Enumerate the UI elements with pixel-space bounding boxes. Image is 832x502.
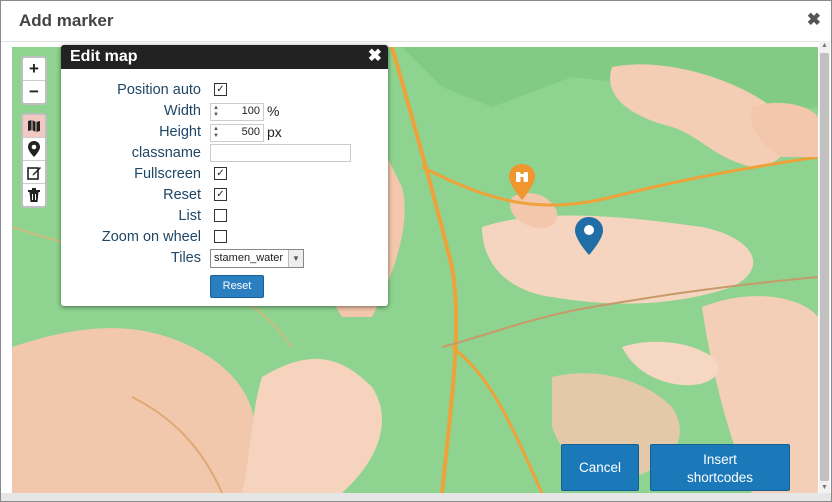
position-auto-row: Position auto ✓	[61, 80, 388, 100]
reset-button[interactable]: Reset	[210, 275, 264, 298]
scroll-up-arrow-icon[interactable]: ▲	[819, 41, 830, 51]
edit-map-header: Edit map ✖	[61, 45, 388, 69]
list-row: List	[61, 206, 388, 226]
reset-row: Reset ✓	[61, 185, 388, 205]
dialog-bottom-edge	[1, 493, 831, 501]
reset-checkbox[interactable]: ✓	[214, 188, 227, 201]
width-stepper[interactable]: ▲ ▼ 100	[210, 103, 264, 121]
insert-shortcodes-line1: Insert	[703, 452, 737, 467]
zoom-on-wheel-row: Zoom on wheel	[61, 227, 388, 247]
map-icon[interactable]	[23, 115, 45, 138]
height-label: Height	[159, 124, 201, 140]
width-value: 100	[241, 105, 260, 117]
list-label: List	[178, 208, 201, 224]
insert-shortcodes-button[interactable]: Insert shortcodes	[650, 444, 790, 491]
width-spin-arrows-icon[interactable]: ▲ ▼	[213, 105, 223, 119]
dialog-title: Add marker	[19, 11, 114, 30]
scroll-down-arrow-icon[interactable]: ▼	[819, 483, 830, 493]
zoom-out-button[interactable]: −	[23, 81, 45, 103]
height-unit: px	[267, 124, 282, 140]
dialog-header: Add marker ✖	[1, 1, 831, 42]
zoom-in-button[interactable]: +	[23, 58, 45, 81]
cancel-button[interactable]: Cancel	[561, 444, 639, 491]
edit-icon[interactable]	[23, 161, 45, 184]
tiles-selected-value: stamen_water	[214, 252, 284, 264]
dialog-close-icon[interactable]: ✖	[807, 10, 821, 30]
width-unit: %	[267, 103, 280, 119]
orange-binoculars-marker[interactable]	[509, 164, 535, 205]
vertical-scrollbar[interactable]: ▲ ▼	[819, 41, 830, 493]
zoom-on-wheel-label: Zoom on wheel	[101, 229, 201, 245]
insert-shortcodes-line2: shortcodes	[686, 470, 754, 485]
list-checkbox[interactable]	[214, 209, 227, 222]
fullscreen-label: Fullscreen	[134, 166, 201, 182]
edit-map-panel: Edit map ✖ Position auto ✓ Width ▲ ▼ 100 …	[61, 45, 388, 306]
width-label: Width	[163, 103, 201, 119]
height-spin-arrows-icon[interactable]: ▲ ▼	[213, 126, 223, 140]
tiles-row: Tiles stamen_water ▼	[61, 248, 388, 268]
toolbar-control	[21, 113, 47, 208]
classname-label: classname	[131, 145, 201, 161]
chevron-down-icon[interactable]: ▼	[288, 250, 303, 267]
classname-input[interactable]	[210, 144, 351, 162]
marker-icon[interactable]	[23, 138, 45, 161]
scrollbar-thumb[interactable]	[820, 53, 829, 481]
zoom-control: + −	[21, 56, 47, 105]
blue-marker[interactable]	[575, 217, 603, 260]
edit-map-title: Edit map	[70, 48, 138, 65]
reset-label: Reset	[163, 187, 201, 203]
height-value: 500	[241, 126, 260, 138]
trash-icon[interactable]	[23, 184, 45, 206]
fullscreen-row: Fullscreen ✓	[61, 164, 388, 184]
position-auto-label: Position auto	[117, 82, 201, 98]
width-row: Width ▲ ▼ 100 %	[61, 101, 388, 121]
height-stepper[interactable]: ▲ ▼ 500	[210, 124, 264, 142]
zoom-on-wheel-checkbox[interactable]	[214, 230, 227, 243]
position-auto-checkbox[interactable]: ✓	[214, 83, 227, 96]
height-row: Height ▲ ▼ 500 px	[61, 122, 388, 142]
add-marker-dialog: Add marker ✖ + − ▲ ▼ Edit map ✖ Position…	[0, 0, 832, 502]
tiles-label: Tiles	[170, 250, 201, 266]
edit-map-close-icon[interactable]: ✖	[368, 46, 382, 66]
fullscreen-checkbox[interactable]: ✓	[214, 167, 227, 180]
classname-row: classname	[61, 143, 388, 163]
tiles-select[interactable]: stamen_water ▼	[210, 249, 304, 268]
